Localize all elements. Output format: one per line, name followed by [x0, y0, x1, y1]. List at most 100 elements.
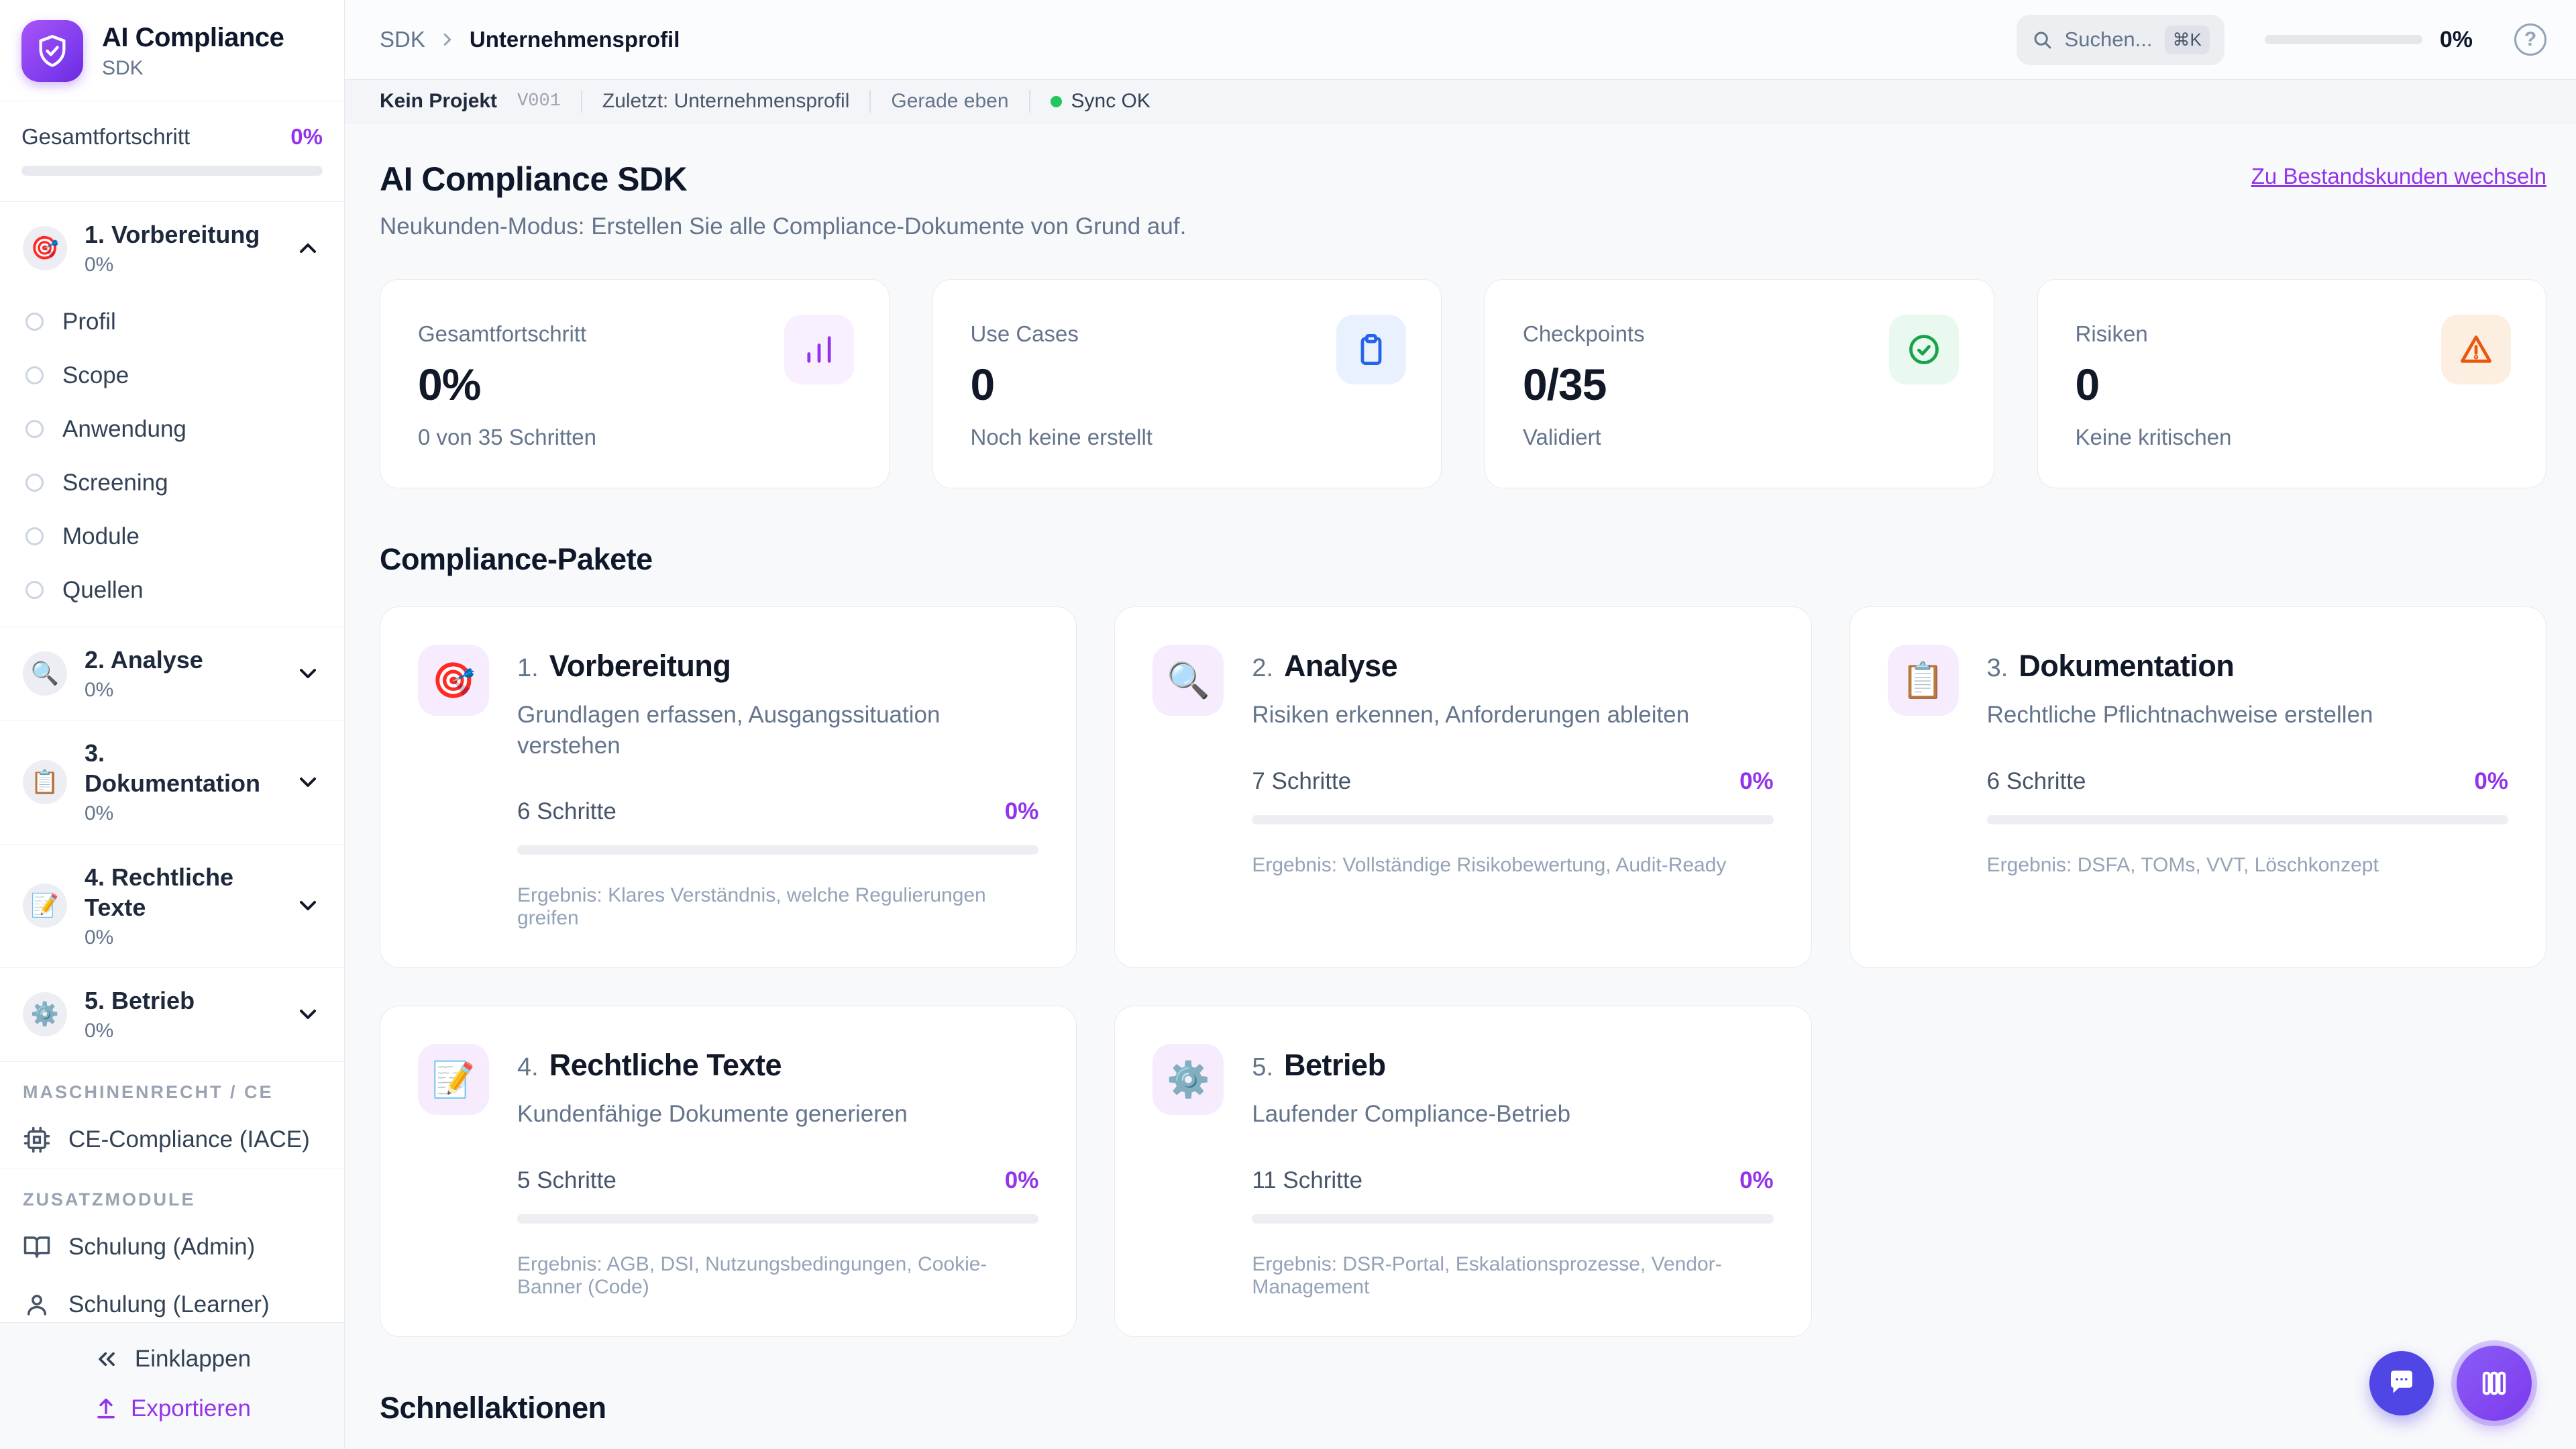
upload-icon — [97, 1398, 115, 1419]
sidebar-step-screening[interactable]: Screening — [0, 456, 344, 510]
sidebar-step-anwendung[interactable]: Anwendung — [0, 402, 344, 456]
package-card-analyse[interactable]: 🔍 2. Analyse Risiken erkennen, Anforderu… — [1114, 606, 1812, 968]
sidebar-item-schulung-admin[interactable]: Schulung (Admin) — [0, 1218, 344, 1276]
status-time: Gerade eben — [891, 90, 1009, 112]
book-open-icon — [23, 1236, 50, 1258]
package-progress-bar — [1252, 814, 1774, 824]
sidebar-phase-betrieb[interactable]: ⚙️ 5. Betrieb 0% — [0, 968, 344, 1061]
sidebar-item-schulung-learner[interactable]: Schulung (Learner) — [0, 1276, 344, 1323]
overall-progress-bar — [21, 166, 323, 176]
radio-circle-icon — [25, 420, 44, 438]
search-input[interactable]: Suchen... ⌘K — [2016, 14, 2224, 65]
help-icon[interactable]: ? — [2514, 23, 2546, 56]
status-version: V001 — [517, 91, 561, 111]
statusbar: Kein Projekt V001 Zuletzt: Unternehmensp… — [345, 79, 2576, 123]
stat-card-gesamtfortschritt: Gesamtfortschritt 0% 0 von 35 Schritten — [380, 279, 890, 488]
clipboard-emoji-icon: 📋 — [1887, 645, 1959, 716]
app-logo: AI Compliance SDK — [0, 0, 344, 101]
status-project: Kein Projekt — [380, 90, 498, 112]
package-card-betrieb[interactable]: ⚙️ 5. Betrieb Laufender Compliance-Betri… — [1114, 1006, 1812, 1337]
sidebar-phase-analyse[interactable]: 🔍 2. Analyse 0% — [0, 627, 344, 720]
topbar-progress-value: 0% — [2439, 26, 2473, 52]
topbar: SDK Unternehmensprofil Suchen... ⌘K 0% ? — [345, 0, 2576, 79]
warning-triangle-icon — [2441, 315, 2511, 384]
collapse-sidebar-button[interactable]: Einklappen — [93, 1346, 251, 1373]
sync-status-label: Sync OK — [1071, 90, 1150, 112]
topbar-progress-bar — [2264, 35, 2422, 44]
check-circle-icon — [1888, 315, 1959, 384]
stat-cards: Gesamtfortschritt 0% 0 von 35 Schritten … — [380, 279, 2546, 488]
memo-emoji-icon: 📝 — [418, 1044, 489, 1115]
chevron-down-icon — [294, 892, 321, 919]
app-title: AI Compliance — [102, 22, 284, 52]
magnifier-emoji-icon: 🔍 — [23, 651, 67, 696]
quick-actions-heading: Schnellaktionen — [380, 1390, 606, 1425]
packages-heading: Compliance-Pakete — [380, 542, 653, 576]
search-shortcut: ⌘K — [2164, 25, 2210, 54]
sidebar-phase-rechtliche-texte[interactable]: 📝 4. Rechtliche Texte 0% — [0, 845, 344, 968]
search-placeholder: Suchen... — [2064, 28, 2153, 51]
overall-progress: Gesamtfortschritt 0% — [0, 101, 344, 201]
sidebar-step-module[interactable]: Module — [0, 510, 344, 564]
page-title: AI Compliance SDK — [380, 160, 688, 198]
sidebar: AI Compliance SDK Gesamtfortschritt 0% 🎯… — [0, 0, 345, 1449]
package-card-vorbereitung[interactable]: 🎯 1. Vorbereitung Grundlagen erfassen, A… — [380, 606, 1077, 968]
floating-buttons — [2369, 1346, 2532, 1421]
sidebar-phase-dokumentation[interactable]: 📋 3. Dokumentation 0% — [0, 720, 344, 844]
clipboard-emoji-icon: 📋 — [23, 759, 67, 804]
section-label-maschinenrecht: MASCHINENRECHT / CE — [23, 1081, 274, 1102]
target-emoji-icon: 🎯 — [418, 645, 489, 716]
magnifier-emoji-icon: 🔍 — [1152, 645, 1224, 716]
sidebar-step-scope[interactable]: Scope — [0, 349, 344, 402]
package-progress-bar — [517, 845, 1039, 855]
chat-bubble-icon — [2391, 1371, 2412, 1393]
radio-circle-icon — [25, 313, 44, 331]
chevron-down-icon — [294, 769, 321, 796]
package-progress-bar — [1252, 1214, 1774, 1224]
sidebar-footer: Einklappen Exportieren — [0, 1322, 344, 1449]
switch-customer-mode-link[interactable]: Zu Bestandskunden wechseln — [2251, 164, 2546, 189]
package-progress-bar — [517, 1214, 1039, 1224]
content: AI Compliance SDK Neukunden-Modus: Erste… — [345, 123, 2576, 1449]
clipboard-icon — [1336, 315, 1406, 384]
sidebar-step-profil[interactable]: Profil — [0, 295, 344, 349]
radio-circle-icon — [25, 366, 44, 384]
overall-progress-value: 0% — [290, 124, 323, 149]
export-button[interactable]: Exportieren — [93, 1395, 251, 1422]
gear-emoji-icon: ⚙️ — [23, 992, 67, 1037]
chevron-down-icon — [294, 1001, 321, 1028]
chevron-down-icon — [294, 660, 321, 687]
packages-grid: 🎯 1. Vorbereitung Grundlagen erfassen, A… — [380, 606, 2546, 1337]
app-subtitle: SDK — [102, 56, 144, 79]
overall-progress-label: Gesamtfortschritt — [21, 124, 191, 149]
package-progress-bar — [1986, 814, 2508, 824]
divider — [580, 90, 582, 113]
stat-card-risiken: Risiken 0 Keine kritischen — [2037, 279, 2546, 488]
status-last-saved: Zuletzt: Unternehmensprofil — [602, 90, 850, 112]
bar-chart-icon — [784, 315, 854, 384]
package-card-rechtliche-texte[interactable]: 📝 4. Rechtliche Texte Kundenfähige Dokum… — [380, 1006, 1077, 1337]
chevron-up-icon — [294, 235, 321, 262]
kanban-columns-button[interactable] — [2457, 1346, 2532, 1421]
divider — [869, 90, 871, 113]
breadcrumb-root[interactable]: SDK — [380, 27, 425, 52]
sidebar-nav: 🎯 1. Vorbereitung 0% Profil Scope Anwend… — [0, 201, 344, 1322]
kanban-columns-icon — [2482, 1371, 2506, 1395]
target-emoji-icon: 🎯 — [23, 226, 67, 271]
radio-circle-icon — [25, 474, 44, 492]
main-area: SDK Unternehmensprofil Suchen... ⌘K 0% ?… — [345, 0, 2576, 1449]
sidebar-item-ce-compliance[interactable]: CE-Compliance (IACE) — [0, 1111, 344, 1169]
chevrons-left-icon — [99, 1352, 115, 1366]
cpu-icon — [23, 1126, 50, 1152]
stat-card-checkpoints: Checkpoints 0/35 Validiert — [1485, 279, 1994, 488]
package-card-dokumentation[interactable]: 📋 3. Dokumentation Rechtliche Pflichtnac… — [1849, 606, 2546, 968]
chat-bubble-button[interactable] — [2369, 1351, 2434, 1415]
sync-status-dot — [1050, 95, 1062, 107]
page-subtitle: Neukunden-Modus: Erstellen Sie alle Comp… — [380, 213, 1187, 239]
search-icon — [2034, 32, 2051, 49]
sidebar-step-quellen[interactable]: Quellen — [0, 564, 344, 617]
radio-circle-icon — [25, 581, 44, 599]
sidebar-phase-vorbereitung[interactable]: 🎯 1. Vorbereitung 0% — [0, 202, 344, 295]
chevron-right-icon — [437, 30, 458, 50]
shield-check-logo-icon — [21, 20, 83, 82]
